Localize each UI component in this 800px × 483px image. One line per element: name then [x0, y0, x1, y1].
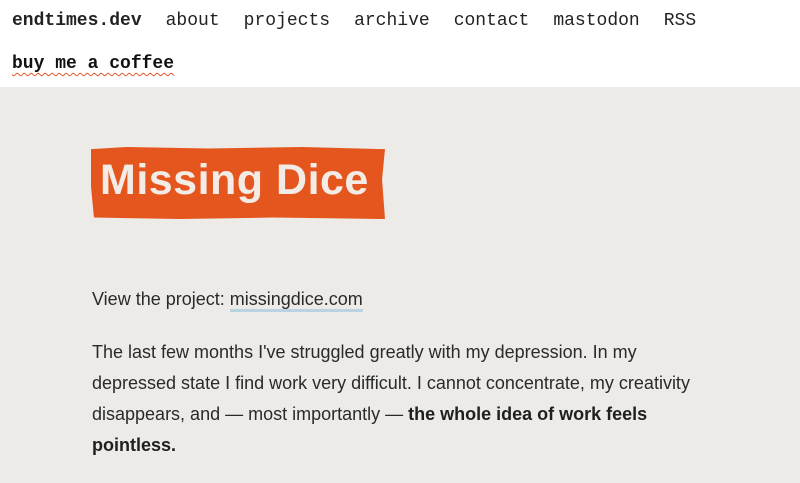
project-link-paragraph: View the project: missingdice.com — [92, 284, 712, 315]
nav-link-contact[interactable]: contact — [454, 10, 530, 32]
project-logo-title: Missing Dice — [100, 156, 369, 204]
nav-link-archive[interactable]: archive — [354, 10, 430, 32]
project-link-prefix: View the project: — [92, 289, 230, 309]
buy-me-a-coffee-link[interactable]: buy me a coffee — [12, 54, 174, 74]
coffee-row: buy me a coffee — [12, 53, 174, 75]
top-navigation: endtimes.dev about projects archive cont… — [0, 0, 800, 87]
nav-link-mastodon[interactable]: mastodon — [553, 10, 639, 32]
nav-link-about[interactable]: about — [166, 10, 220, 32]
nav-links: endtimes.dev about projects archive cont… — [12, 10, 720, 32]
intro-paragraph: The last few months I've struggled great… — [92, 337, 712, 461]
project-link[interactable]: missingdice.com — [229, 289, 363, 312]
article-body: View the project: missingdice.com The la… — [92, 284, 712, 483]
site-name-link[interactable]: endtimes.dev — [12, 10, 142, 32]
nav-link-rss[interactable]: RSS — [664, 10, 696, 32]
nav-link-projects[interactable]: projects — [244, 10, 330, 32]
